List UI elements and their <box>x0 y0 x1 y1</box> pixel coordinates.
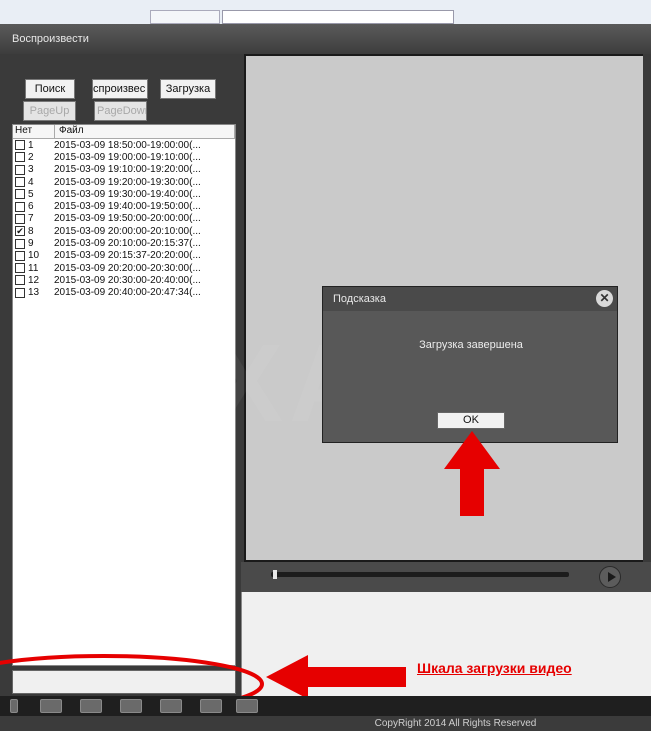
list-item[interactable]: 7 2015-03-09 19:50:00-20:00:00(... <box>13 213 235 225</box>
row-checkbox[interactable] <box>15 238 25 249</box>
dialog-message: Загрузка завершена <box>419 339 523 351</box>
list-item[interactable]: 4 2015-03-09 19:20:00-19:30:00(... <box>13 176 235 188</box>
toolbar-icon[interactable] <box>236 699 258 713</box>
play-button[interactable]: спроизвес <box>92 79 148 99</box>
list-item[interactable]: 9 2015-03-09 20:10:00-20:15:37(... <box>13 237 235 249</box>
toolbar-icon[interactable] <box>200 699 222 713</box>
row-number: 1 <box>28 139 34 151</box>
play-icon[interactable] <box>599 566 621 588</box>
file-rows: 1 2015-03-09 18:50:00-19:00:00(... 2 2015-0… <box>13 139 235 299</box>
bottom-toolbar <box>0 696 651 716</box>
right-border <box>643 54 651 562</box>
list-item[interactable]: 10 2015-03-09 20:15:37-20:20:00(... <box>13 250 235 262</box>
row-file: 2015-03-09 20:20:00-20:30:00(... <box>54 262 201 274</box>
footer: CopyRight 2014 All Rights Reserved <box>0 716 651 731</box>
row-checkbox[interactable] <box>15 275 25 286</box>
page-up-button[interactable]: PageUp <box>23 101 76 121</box>
window-title: Воспроизвести <box>0 24 651 54</box>
row-checkbox[interactable] <box>15 213 25 224</box>
row-file: 2015-03-09 18:50:00-19:00:00(... <box>54 139 201 151</box>
row-checkbox[interactable] <box>15 250 25 261</box>
ok-button[interactable]: OK <box>437 412 505 429</box>
list-item[interactable]: 3 2015-03-09 19:10:00-19:20:00(... <box>13 164 235 176</box>
column-header-no[interactable]: Нет <box>13 125 55 138</box>
row-checkbox[interactable] <box>15 140 25 151</box>
row-checkbox[interactable] <box>15 189 25 200</box>
download-button[interactable]: Загрузка <box>160 79 216 99</box>
row-file: 2015-03-09 19:30:00-19:40:00(... <box>54 188 201 200</box>
row-number: 8 <box>28 225 34 237</box>
row-number: 10 <box>28 250 40 262</box>
row-file: 2015-03-09 20:00:00-20:10:00(... <box>54 225 201 237</box>
row-number: 11 <box>28 262 39 274</box>
list-item[interactable]: 13 2015-03-09 20:40:00-20:47:34(... <box>13 287 235 299</box>
row-file: 2015-03-09 19:50:00-20:00:00(... <box>54 213 201 225</box>
seek-bar <box>241 562 651 592</box>
column-header-file[interactable]: Файл <box>55 125 235 138</box>
row-checkbox[interactable] <box>15 287 25 298</box>
arrow-left-annotation <box>266 655 406 699</box>
dialog-title: Подсказка <box>323 287 617 311</box>
row-file: 2015-03-09 19:40:00-19:50:00(... <box>54 201 201 213</box>
app-window: Воспроизвести Поиск спроизвес Загрузка P… <box>0 0 651 731</box>
row-number: 3 <box>28 164 34 176</box>
toolbar-icon[interactable] <box>40 699 62 713</box>
row-checkbox[interactable] <box>15 263 25 274</box>
file-list-header: Нет Файл <box>13 125 235 139</box>
arrow-up-annotation <box>444 431 500 516</box>
list-item[interactable]: 5 2015-03-09 19:30:00-19:40:00(... <box>13 188 235 200</box>
row-number: 6 <box>28 201 34 213</box>
row-file: 2015-03-09 19:00:00-19:10:00(... <box>54 151 201 163</box>
row-number: 2 <box>28 151 34 163</box>
seek-thumb[interactable] <box>273 570 277 579</box>
row-checkbox[interactable] <box>15 164 25 175</box>
close-icon[interactable]: ✕ <box>596 290 613 307</box>
row-number: 5 <box>28 188 34 200</box>
search-button[interactable]: Поиск <box>25 79 75 99</box>
row-file: 2015-03-09 19:10:00-19:20:00(... <box>54 164 201 176</box>
annotation-label: Шкала загрузки видео <box>417 660 572 676</box>
row-file: 2015-03-09 19:20:00-19:30:00(... <box>54 176 201 188</box>
dropdown-right[interactable] <box>222 10 454 24</box>
row-number: 12 <box>28 274 40 286</box>
dropdown-left[interactable] <box>150 10 220 24</box>
toolbar-icon[interactable] <box>160 699 182 713</box>
row-file: 2015-03-09 20:10:00-20:15:37(... <box>54 238 201 250</box>
toolbar-icon[interactable] <box>120 699 142 713</box>
row-file: 2015-03-09 20:15:37-20:20:00(... <box>54 250 201 262</box>
row-checkbox[interactable] <box>15 177 25 188</box>
row-number: 9 <box>28 238 34 250</box>
list-item[interactable]: ✔ 8 2015-03-09 20:00:00-20:10:00(... <box>13 225 235 237</box>
toolbar-icon[interactable] <box>10 699 18 713</box>
list-item[interactable]: 6 2015-03-09 19:40:00-19:50:00(... <box>13 200 235 212</box>
list-item[interactable]: 2 2015-03-09 19:00:00-19:10:00(... <box>13 151 235 163</box>
page-down-button[interactable]: PageDown <box>94 101 147 121</box>
top-strip <box>0 0 651 24</box>
row-number: 13 <box>28 287 40 299</box>
hint-dialog: Подсказка ✕ Загрузка завершена OK <box>322 286 618 443</box>
list-item[interactable]: 12 2015-03-09 20:30:00-20:40:00(... <box>13 274 235 286</box>
list-item[interactable]: 1 2015-03-09 18:50:00-19:00:00(... <box>13 139 235 151</box>
row-checkbox[interactable]: ✔ <box>15 226 25 237</box>
row-file: 2015-03-09 20:40:00-20:47:34(... <box>54 287 201 299</box>
row-checkbox[interactable] <box>15 152 25 163</box>
row-number: 7 <box>28 213 34 225</box>
seek-track[interactable] <box>271 572 569 577</box>
copyright-text: CopyRight 2014 All Rights Reserved <box>374 718 537 729</box>
row-number: 4 <box>28 176 34 188</box>
toolbar-icon[interactable] <box>80 699 102 713</box>
list-item[interactable]: 11 2015-03-09 20:20:00-20:30:00(... <box>13 262 235 274</box>
row-checkbox[interactable] <box>15 201 25 212</box>
row-file: 2015-03-09 20:30:00-20:40:00(... <box>54 274 201 286</box>
